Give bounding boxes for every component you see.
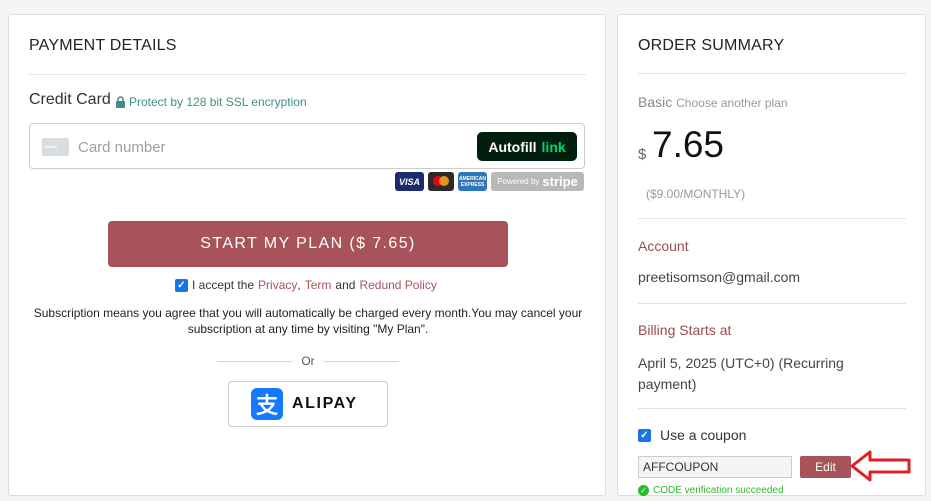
or-divider: Or [217, 354, 399, 368]
card-number-input[interactable] [78, 135, 458, 159]
account-email: preetisomson@gmail.com [638, 269, 801, 285]
divider [29, 74, 586, 75]
amex-icon: AMERICAN EXPRESS [458, 172, 487, 191]
order-summary-panel: ORDER SUMMARY Basic Choose another plan … [617, 14, 926, 496]
comma: , [297, 278, 301, 292]
use-coupon-row: ✓ Use a coupon [638, 427, 746, 443]
lock-icon [116, 96, 125, 108]
alipay-button[interactable]: 支 ALIPAY [228, 381, 388, 427]
price: 7.65 [652, 124, 725, 165]
autofill-link-button[interactable]: Autofill link [477, 132, 577, 161]
term-link[interactable]: Term [305, 278, 332, 292]
coupon-verification-status: ✓ CODE verification succeeded [638, 485, 784, 496]
alipay-icon: 支 [251, 388, 283, 420]
privacy-link[interactable]: Privacy [258, 278, 297, 292]
refund-policy-link[interactable]: Redund Policy [359, 278, 436, 292]
order-summary-title: ORDER SUMMARY [638, 37, 785, 54]
credit-card-icon [42, 138, 69, 156]
stripe-prefix: Powered by [497, 177, 540, 186]
coupon-code-input[interactable] [638, 456, 792, 478]
and-text: and [335, 278, 356, 292]
billing-label: Billing Starts at [638, 322, 732, 338]
plan-name: Basic [638, 94, 673, 110]
card-number-field[interactable]: Autofill link [29, 123, 585, 169]
autofill-text: Autofill [488, 138, 537, 155]
payment-details-panel: PAYMENT DETAILS Credit Card Protect by 1… [8, 14, 606, 496]
billing-date: April 5, 2025 (UTC+0) (Recurring payment… [638, 355, 844, 392]
arrow-left-icon [850, 450, 911, 482]
alipay-label: ALIPAY [292, 395, 358, 412]
link-logo-text: link [541, 138, 566, 155]
divider [638, 303, 906, 304]
stripe-name: stripe [542, 174, 578, 189]
ssl-text: Protect by 128 bit SSL encryption [129, 95, 307, 109]
subscription-note: Subscription means you agree that you wi… [33, 306, 583, 336]
divider [638, 408, 906, 409]
divider [638, 73, 906, 74]
use-coupon-checkbox[interactable]: ✓ [638, 428, 651, 442]
mastercard-icon [428, 172, 454, 191]
verification-text: CODE verification succeeded [653, 485, 784, 496]
credit-card-label: Credit Card [29, 91, 111, 108]
card-brands: VISA AMERICAN EXPRESS Powered by stripe [395, 172, 584, 191]
or-text: Or [301, 354, 315, 368]
use-coupon-label: Use a coupon [660, 427, 747, 443]
divider [638, 218, 906, 219]
choose-another-plan-link[interactable]: Choose another plan [676, 96, 787, 110]
or-line-right [324, 360, 399, 362]
plan-line: Basic Choose another plan [638, 94, 788, 110]
or-line-left [217, 360, 292, 362]
currency-symbol: $ [638, 146, 647, 163]
accept-prefix: I accept the [192, 278, 255, 292]
powered-by-stripe-badge: Powered by stripe [491, 172, 584, 191]
check-circle-icon: ✓ [638, 485, 649, 496]
account-label: Account [638, 238, 689, 254]
edit-coupon-button[interactable]: Edit [800, 456, 851, 478]
start-my-plan-button[interactable]: START MY PLAN ($ 7.65) [108, 221, 508, 267]
visa-icon: VISA [395, 172, 424, 191]
payment-details-title: PAYMENT DETAILS [29, 37, 177, 54]
accept-terms-checkbox[interactable]: ✓ [175, 278, 188, 292]
ssl-note: Protect by 128 bit SSL encryption [115, 95, 307, 109]
terms-acceptance: ✓ I accept the Privacy, Term and Redund … [175, 278, 437, 292]
price-per-month: ($9.00/MONTHLY) [646, 187, 746, 201]
